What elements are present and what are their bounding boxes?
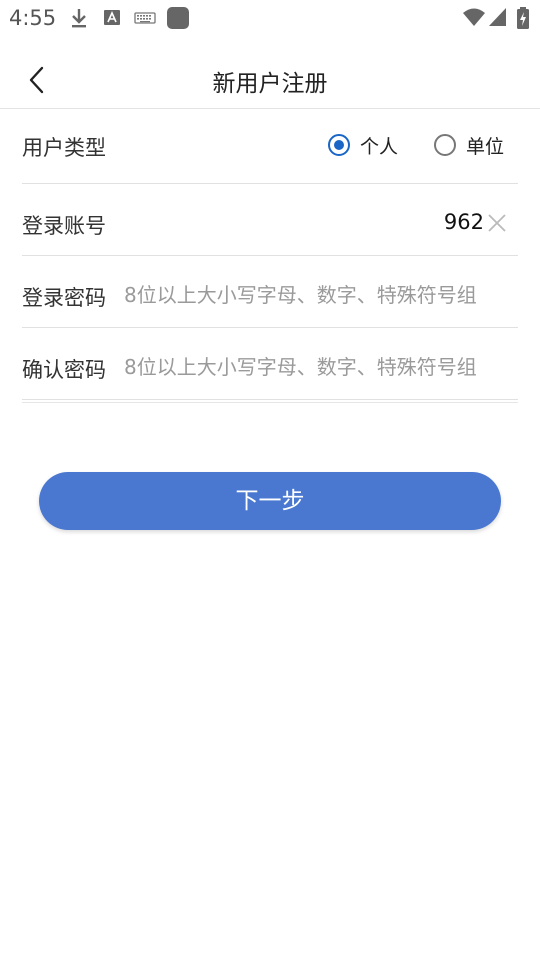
user-type-row: 用户类型 个人 单位 (22, 110, 518, 184)
radio-organization[interactable]: 单位 (433, 132, 504, 159)
radio-personal[interactable]: 个人 (327, 132, 398, 159)
account-row: 登录账号 962 (22, 184, 518, 256)
divider (22, 402, 518, 403)
page-title: 新用户注册 (212, 71, 328, 97)
account-value[interactable]: 962 (444, 210, 484, 234)
radio-checked-icon (327, 134, 350, 156)
a-badge-icon (104, 10, 120, 25)
square-app-icon (167, 7, 189, 29)
password-input[interactable] (124, 281, 516, 309)
user-type-radio-group: 个人 单位 (327, 110, 504, 180)
password-label: 登录密码 (22, 286, 106, 310)
confirm-password-row: 确认密码 (22, 328, 518, 400)
radio-organization-label: 单位 (465, 135, 504, 158)
battery-charging-icon (517, 7, 529, 29)
radio-personal-label: 个人 (359, 135, 398, 158)
status-time: 4:55 (9, 6, 57, 30)
password-row: 登录密码 (22, 256, 518, 328)
account-label: 登录账号 (22, 214, 106, 238)
next-step-button[interactable]: 下一步 (39, 472, 501, 530)
close-icon[interactable] (486, 212, 508, 234)
header: 新用户注册 (0, 52, 540, 109)
confirm-password-input[interactable] (124, 353, 516, 381)
status-bar: 4:55 (0, 0, 540, 36)
user-type-label: 用户类型 (22, 136, 106, 160)
confirm-password-label: 确认密码 (22, 358, 106, 382)
signal-icon (489, 8, 506, 26)
keyboard-icon (134, 12, 156, 24)
download-icon (72, 9, 86, 28)
wifi-icon (463, 8, 485, 26)
radio-unchecked-icon (433, 134, 456, 156)
